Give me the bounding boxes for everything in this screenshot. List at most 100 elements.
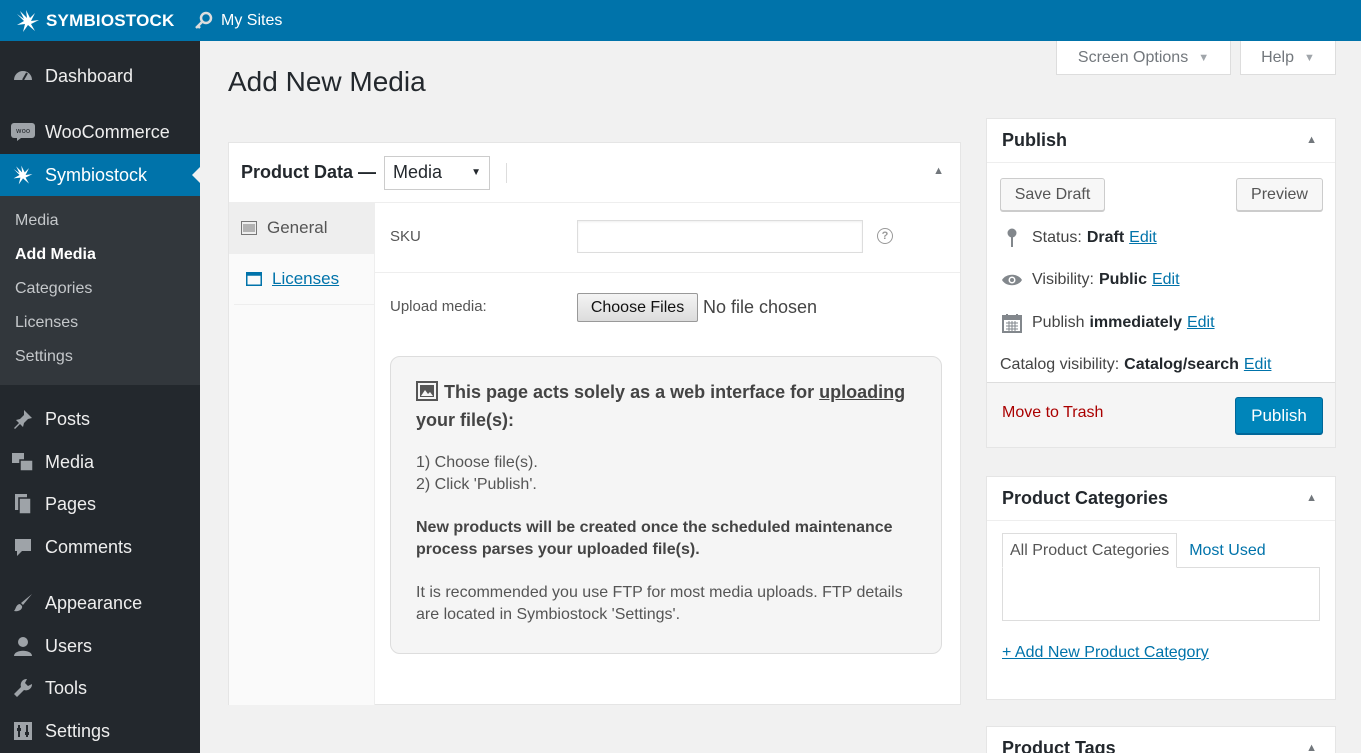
notice-heading-tail: your file(s): <box>416 410 515 430</box>
tab-label: Licenses <box>272 269 340 288</box>
header-divider <box>506 162 508 183</box>
status-label: Status: <box>1032 229 1082 246</box>
calendar-icon <box>1001 313 1023 333</box>
product-type-value: Media <box>393 162 443 182</box>
collapse-toggle-icon[interactable]: ▲ <box>933 165 944 177</box>
upload-notice: This page acts solely as a web interface… <box>390 356 942 654</box>
tab-licenses[interactable]: Licenses <box>234 254 374 305</box>
publish-button[interactable]: Publish <box>1235 397 1323 434</box>
sidebar-item-posts[interactable]: Posts <box>0 399 200 439</box>
save-draft-button[interactable]: Save Draft <box>1000 178 1105 211</box>
tab-most-used[interactable]: Most Used <box>1177 533 1272 568</box>
caret-down-icon: ▼ <box>1304 51 1315 64</box>
publish-box-header: Publish ▲ <box>987 119 1335 163</box>
categories-box-header: Product Categories ▲ <box>987 477 1335 521</box>
notice-steps: 1) Choose file(s). 2) Click 'Publish'. <box>416 452 916 496</box>
step-2: 2) Click 'Publish'. <box>416 476 537 493</box>
pin-status-icon <box>1001 228 1023 248</box>
key-icon <box>195 11 213 29</box>
brand-name: SYMBIOSTOCK <box>46 10 175 30</box>
file-status-text: No file chosen <box>703 297 818 317</box>
step-1: 1) Choose file(s). <box>416 454 538 471</box>
tags-box-title: Product Tags <box>1002 738 1116 753</box>
collapse-toggle-icon[interactable]: ▲ <box>1306 742 1317 753</box>
tags-box-header: Product Tags ▲ <box>987 727 1335 753</box>
product-data-tabs: General Licenses <box>229 203 375 705</box>
page-title: Add New Media <box>228 66 426 97</box>
sidebar-item-label: Comments <box>45 536 133 557</box>
sidebar-item-tools[interactable]: Tools <box>0 668 200 708</box>
eye-icon <box>1001 273 1023 287</box>
status-value: Draft <box>1086 229 1125 246</box>
help-label: Help <box>1261 48 1294 66</box>
sidebar-item-media[interactable]: Media <box>0 442 200 482</box>
sidebar-item-label: Symbiostock <box>45 164 148 185</box>
sidebar-item-dashboard[interactable]: Dashboard <box>0 56 200 96</box>
collapse-toggle-icon[interactable]: ▲ <box>1306 492 1317 504</box>
tab-all-product-categories[interactable]: All Product Categories <box>1002 533 1178 568</box>
help-button[interactable]: Help ▼ <box>1240 41 1336 75</box>
sidebar-item-pages[interactable]: Pages <box>0 484 200 524</box>
move-to-trash-link[interactable]: Move to Trash <box>1002 404 1103 422</box>
my-sites-link[interactable]: My Sites <box>185 0 290 41</box>
tab-general[interactable]: General <box>229 203 374 254</box>
caret-down-icon: ▼ <box>1198 51 1210 64</box>
screen-options-button[interactable]: Screen Options ▼ <box>1056 41 1231 75</box>
symbiostock-submenu: Media Add Media Categories Licenses Sett… <box>0 196 200 385</box>
submenu-item-licenses[interactable]: Licenses <box>15 314 78 332</box>
sidebar-item-users[interactable]: Users <box>0 626 200 666</box>
tab-label: General <box>267 218 328 237</box>
publish-date-value: immediately <box>1089 314 1182 331</box>
visibility-label: Visibility: <box>1032 271 1094 288</box>
sidebar-item-appearance[interactable]: Appearance <box>0 583 200 623</box>
sidebar-item-label: Posts <box>45 408 91 429</box>
sidebar-item-label: Media <box>45 451 95 472</box>
edit-catalog-visibility-link[interactable]: Edit <box>1244 356 1272 374</box>
submenu-item-media[interactable]: Media <box>15 212 59 230</box>
brand-logo[interactable]: SYMBIOSTOCK <box>0 0 185 41</box>
catalog-visibility-row: Catalog visibility: Catalog/search Edit <box>1000 356 1271 374</box>
sidebar-item-settings[interactable]: Settings <box>0 711 200 751</box>
settings-icon <box>11 719 35 743</box>
uploading-link[interactable]: uploading <box>819 382 905 402</box>
preview-button[interactable]: Preview <box>1236 178 1323 211</box>
category-checklist[interactable] <box>1002 567 1320 621</box>
barcode-icon <box>241 221 257 235</box>
catalog-visibility-value: Catalog/search <box>1124 356 1239 373</box>
sidebar-item-label: WooCommerce <box>45 121 170 142</box>
sidebar-item-woocommerce[interactable]: woo WooCommerce <box>0 112 200 152</box>
pages-icon <box>11 492 35 516</box>
window-icon <box>246 272 262 286</box>
sku-input[interactable] <box>577 220 863 253</box>
visibility-row: Visibility: Public Edit <box>1001 271 1180 289</box>
edit-status-link[interactable]: Edit <box>1129 229 1157 247</box>
notice-heading-text: This page acts solely as a web interface… <box>444 382 815 402</box>
wrench-icon <box>11 676 35 700</box>
admin-bar: SYMBIOSTOCK My Sites <box>0 0 1361 41</box>
edit-publish-date-link[interactable]: Edit <box>1187 314 1215 332</box>
add-new-category-link[interactable]: + Add New Product Category <box>1002 644 1209 662</box>
help-tip-icon[interactable]: ? <box>877 228 893 244</box>
submenu-item-categories[interactable]: Categories <box>15 280 92 298</box>
sidebar-item-symbiostock[interactable]: Symbiostock <box>0 154 200 196</box>
status-row: Status: Draft Edit <box>1001 228 1157 248</box>
screen-options-label: Screen Options <box>1077 48 1189 66</box>
sidebar-item-comments[interactable]: Comments <box>0 527 200 567</box>
symbiostock-icon <box>11 163 35 187</box>
sidebar-item-label: Dashboard <box>45 65 134 86</box>
product-tags-box: Product Tags ▲ <box>986 726 1336 753</box>
publish-date-label: Publish <box>1032 314 1085 331</box>
notice-processing-text: New products will be created once the sc… <box>416 519 893 558</box>
category-tabs: All Product Categories Most Used <box>1002 533 1273 568</box>
submenu-item-settings[interactable]: Settings <box>15 348 73 366</box>
sidebar-item-label: Tools <box>45 677 88 698</box>
edit-visibility-link[interactable]: Edit <box>1152 271 1180 289</box>
choose-files-button[interactable]: Choose Files <box>577 293 698 322</box>
collapse-toggle-icon[interactable]: ▲ <box>1306 134 1317 146</box>
product-type-select[interactable]: Media ▼ <box>384 155 491 190</box>
notice-ftp-text: It is recommended you use FTP for most m… <box>416 584 903 623</box>
submenu-item-add-media[interactable]: Add Media <box>15 246 96 264</box>
brush-icon <box>11 591 35 615</box>
image-icon <box>416 381 438 408</box>
publish-actions: Move to Trash Publish <box>987 382 1335 447</box>
